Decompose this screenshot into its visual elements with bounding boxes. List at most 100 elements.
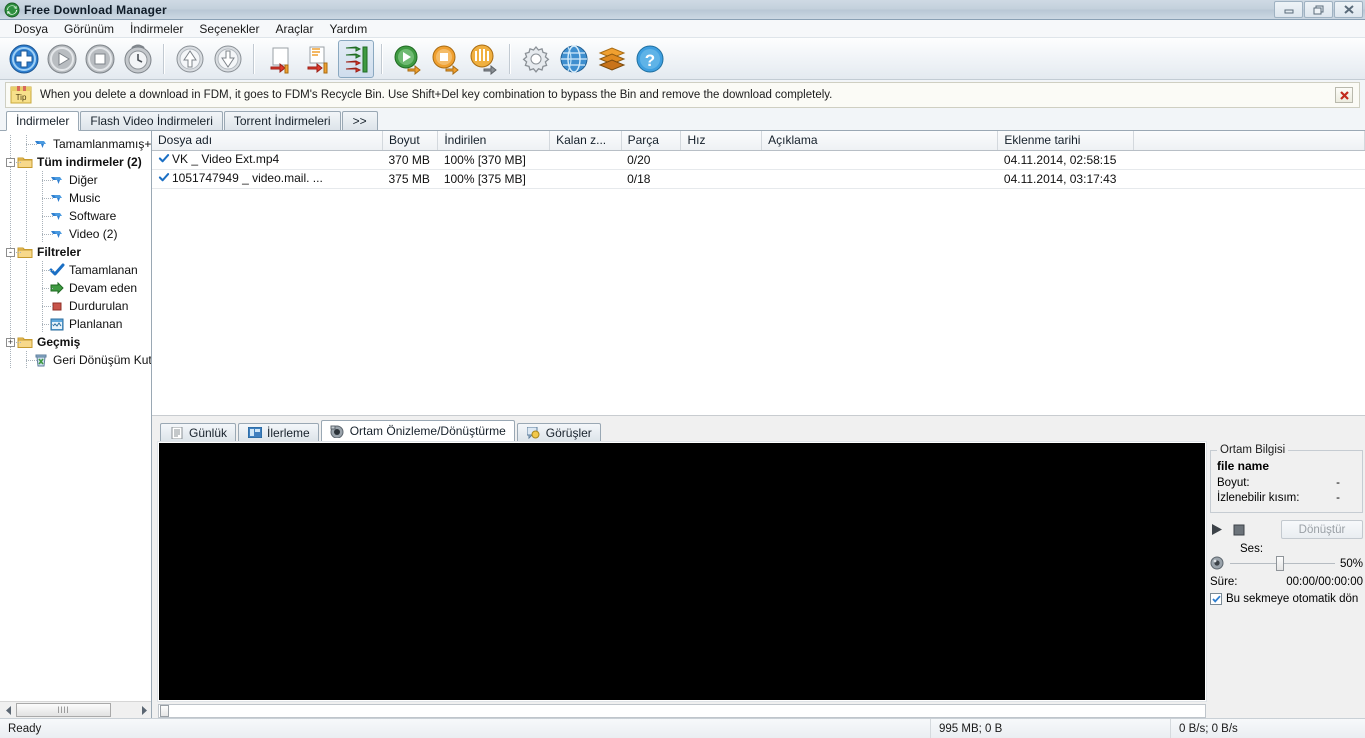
tab-gorusler[interactable]: Görüşler [516,423,601,442]
toolbar: ? [0,38,1365,80]
volume-percent: 50% [1339,557,1363,570]
cell-downloaded: 100% [375 MB] [437,169,550,189]
green-arrow-icon [49,280,65,296]
folder-icon [17,334,33,350]
column-header-a-klama[interactable]: Açıklama [761,131,999,151]
tab-indirmeler[interactable]: İndirmeler [6,111,80,131]
globe-icon[interactable] [556,40,592,78]
volume-slider[interactable] [1230,555,1335,571]
minimize-button[interactable] [1274,1,1303,18]
menu-item-gorunum[interactable]: Görünüm [56,21,122,37]
seek-thumb[interactable] [160,705,169,717]
tree-item-devam-eden[interactable]: Devam eden [0,279,151,297]
column-header-eklenme-tarihi[interactable]: Eklenme tarihi [997,131,1135,151]
split-view-icon[interactable] [338,39,374,78]
cell-parts: 0/20 [621,150,681,170]
folder-icon [17,154,33,170]
media-info-group: Ortam Bilgisi file name Boyut: - İzleneb… [1210,444,1363,513]
tree-guide-lines [0,189,53,207]
stop-icon[interactable] [1232,523,1246,537]
autoswitch-checkbox[interactable] [1210,593,1222,605]
column-header-kalan-z[interactable]: Kalan z... [549,131,622,151]
downloads-table-header: Dosya adı Boyut İndirilen Kalan z... Parça Hı… [152,131,1365,151]
move-down-icon[interactable] [210,40,246,78]
media-size-label: Boyut: [1217,477,1250,489]
media-watchable-row: İzlenebilir kısım: - [1217,491,1356,506]
menu-item-araclar[interactable]: Araçlar [267,21,321,37]
start-all-icon[interactable] [390,40,426,78]
tab-more-button[interactable]: >> [341,111,378,130]
volume-thumb[interactable] [1276,555,1285,571]
tree-item-label: Geri Dönüşüm Kutus [53,353,152,367]
media-preview-area[interactable] [157,441,1207,702]
book-icon[interactable] [594,40,630,78]
tree-expander-expand[interactable]: + [6,337,15,347]
tree-item-t-m-indirmeler-2[interactable]: - Tüm indirmeler (2) [0,153,151,171]
column-header-h-z[interactable]: Hız [680,131,763,151]
column-header-i-ndirilen[interactable]: İndirilen [437,131,551,151]
menu-item-secenekler[interactable]: Seçenekler [191,21,267,37]
tree-item-planlanan[interactable]: Planlanan [0,315,151,333]
tree-item-tamamlanmam-e[interactable]: Tamamlanmamış+E [0,135,151,153]
add-download-icon[interactable] [6,40,42,78]
schedule-icon[interactable] [120,40,156,78]
tab-gunluk[interactable]: Günlük [160,423,237,442]
help-icon[interactable]: ? [632,40,668,78]
tree-expander-collapse[interactable]: - [6,157,15,167]
tab-ortam-onizleme-donusturme[interactable]: Ortam Önizleme/Dönüştürme [320,420,515,442]
tip-close-button[interactable] [1335,87,1353,103]
play-icon[interactable] [1210,523,1224,537]
restore-button[interactable] [1304,1,1333,18]
sidebar-horizontal-scrollbar[interactable]: llll [0,701,151,718]
site-explorer-icon[interactable] [466,40,502,78]
tree-item-geri-d-n-m-kutus[interactable]: Geri Dönüşüm Kutus [0,351,151,369]
tab-flash-video-indirmeleri[interactable]: Flash Video İndirmeleri [80,111,223,130]
tree-item-filtreler[interactable]: - Filtreler [0,243,151,261]
move-up-icon[interactable] [172,40,208,78]
window-controls [1273,1,1363,18]
convert-button[interactable]: Dönüştür [1281,520,1363,539]
list-view-icon[interactable] [300,40,336,78]
tree-item-label: Tüm indirmeler (2) [37,155,142,169]
menu-item-indirmeler[interactable]: İndirmeler [122,21,191,37]
close-button[interactable] [1334,1,1363,18]
tree-item-software[interactable]: Software [0,207,151,225]
tree-item-di-er[interactable]: Diğer [0,171,151,189]
category-tree: Tamamlanmamış+E - Tüm indirmeler (2) Diğer M… [0,131,151,369]
menu-item-yardim[interactable]: Yardım [321,21,375,37]
scroll-left-arrow-icon[interactable] [0,703,16,718]
tree-item-music[interactable]: Music [0,189,151,207]
tree-expander-collapse[interactable]: - [6,247,15,257]
download-file-name: VK _ Video Ext.mp4 [172,152,280,167]
tree-guide-lines [0,297,53,315]
media-seek-bar[interactable] [158,704,1206,718]
tree-guide-lines [0,207,53,225]
scrollbar-thumb[interactable]: llll [16,703,111,717]
red-square-icon [49,298,65,314]
tree-item-ge-mi[interactable]: + Geçmiş [0,333,151,351]
tree-item-durdurulan[interactable]: Durdurulan [0,297,151,315]
status-traffic: 995 MB; 0 B [930,718,1170,738]
column-header-blank[interactable] [1133,131,1365,151]
column-header-dosya-ad[interactable]: Dosya adı [152,131,383,151]
column-header-par-a[interactable]: Parça [621,131,682,151]
table-row[interactable]: VK _ Video Ext.mp4 370 MB 100% [370 MB] 0/2… [152,150,1365,170]
cell-added: 04.11.2014, 03:17:43 [997,169,1134,189]
tree-item-video-2[interactable]: Video (2) [0,225,151,243]
column-header-boyut[interactable]: Boyut [382,131,439,151]
tab-torrent-indirmeleri[interactable]: Torrent İndirmeleri [223,111,341,130]
menu-item-dosya[interactable]: Dosya [6,21,56,37]
stop-download-icon[interactable] [82,40,118,78]
settings-gear-icon[interactable] [518,40,554,78]
start-download-icon[interactable] [44,40,80,78]
volume-icon[interactable] [1210,556,1225,571]
volume-row: 50% [1210,555,1363,571]
properties-icon[interactable] [262,40,298,78]
autoswitch-row[interactable]: Bu sekmeye otomatik dön [1210,593,1363,605]
scroll-right-arrow-icon[interactable] [136,703,151,718]
table-row[interactable]: 1051747949 _ video.mail. ... 375 MB 100% [… [152,169,1365,189]
media-info-column: Ortam Bilgisi file name Boyut: - İzleneb… [1210,442,1363,718]
tab-ilerleme[interactable]: İlerleme [238,423,319,442]
pause-all-icon[interactable] [428,40,464,78]
tree-item-tamamlanan[interactable]: Tamamlanan [0,261,151,279]
